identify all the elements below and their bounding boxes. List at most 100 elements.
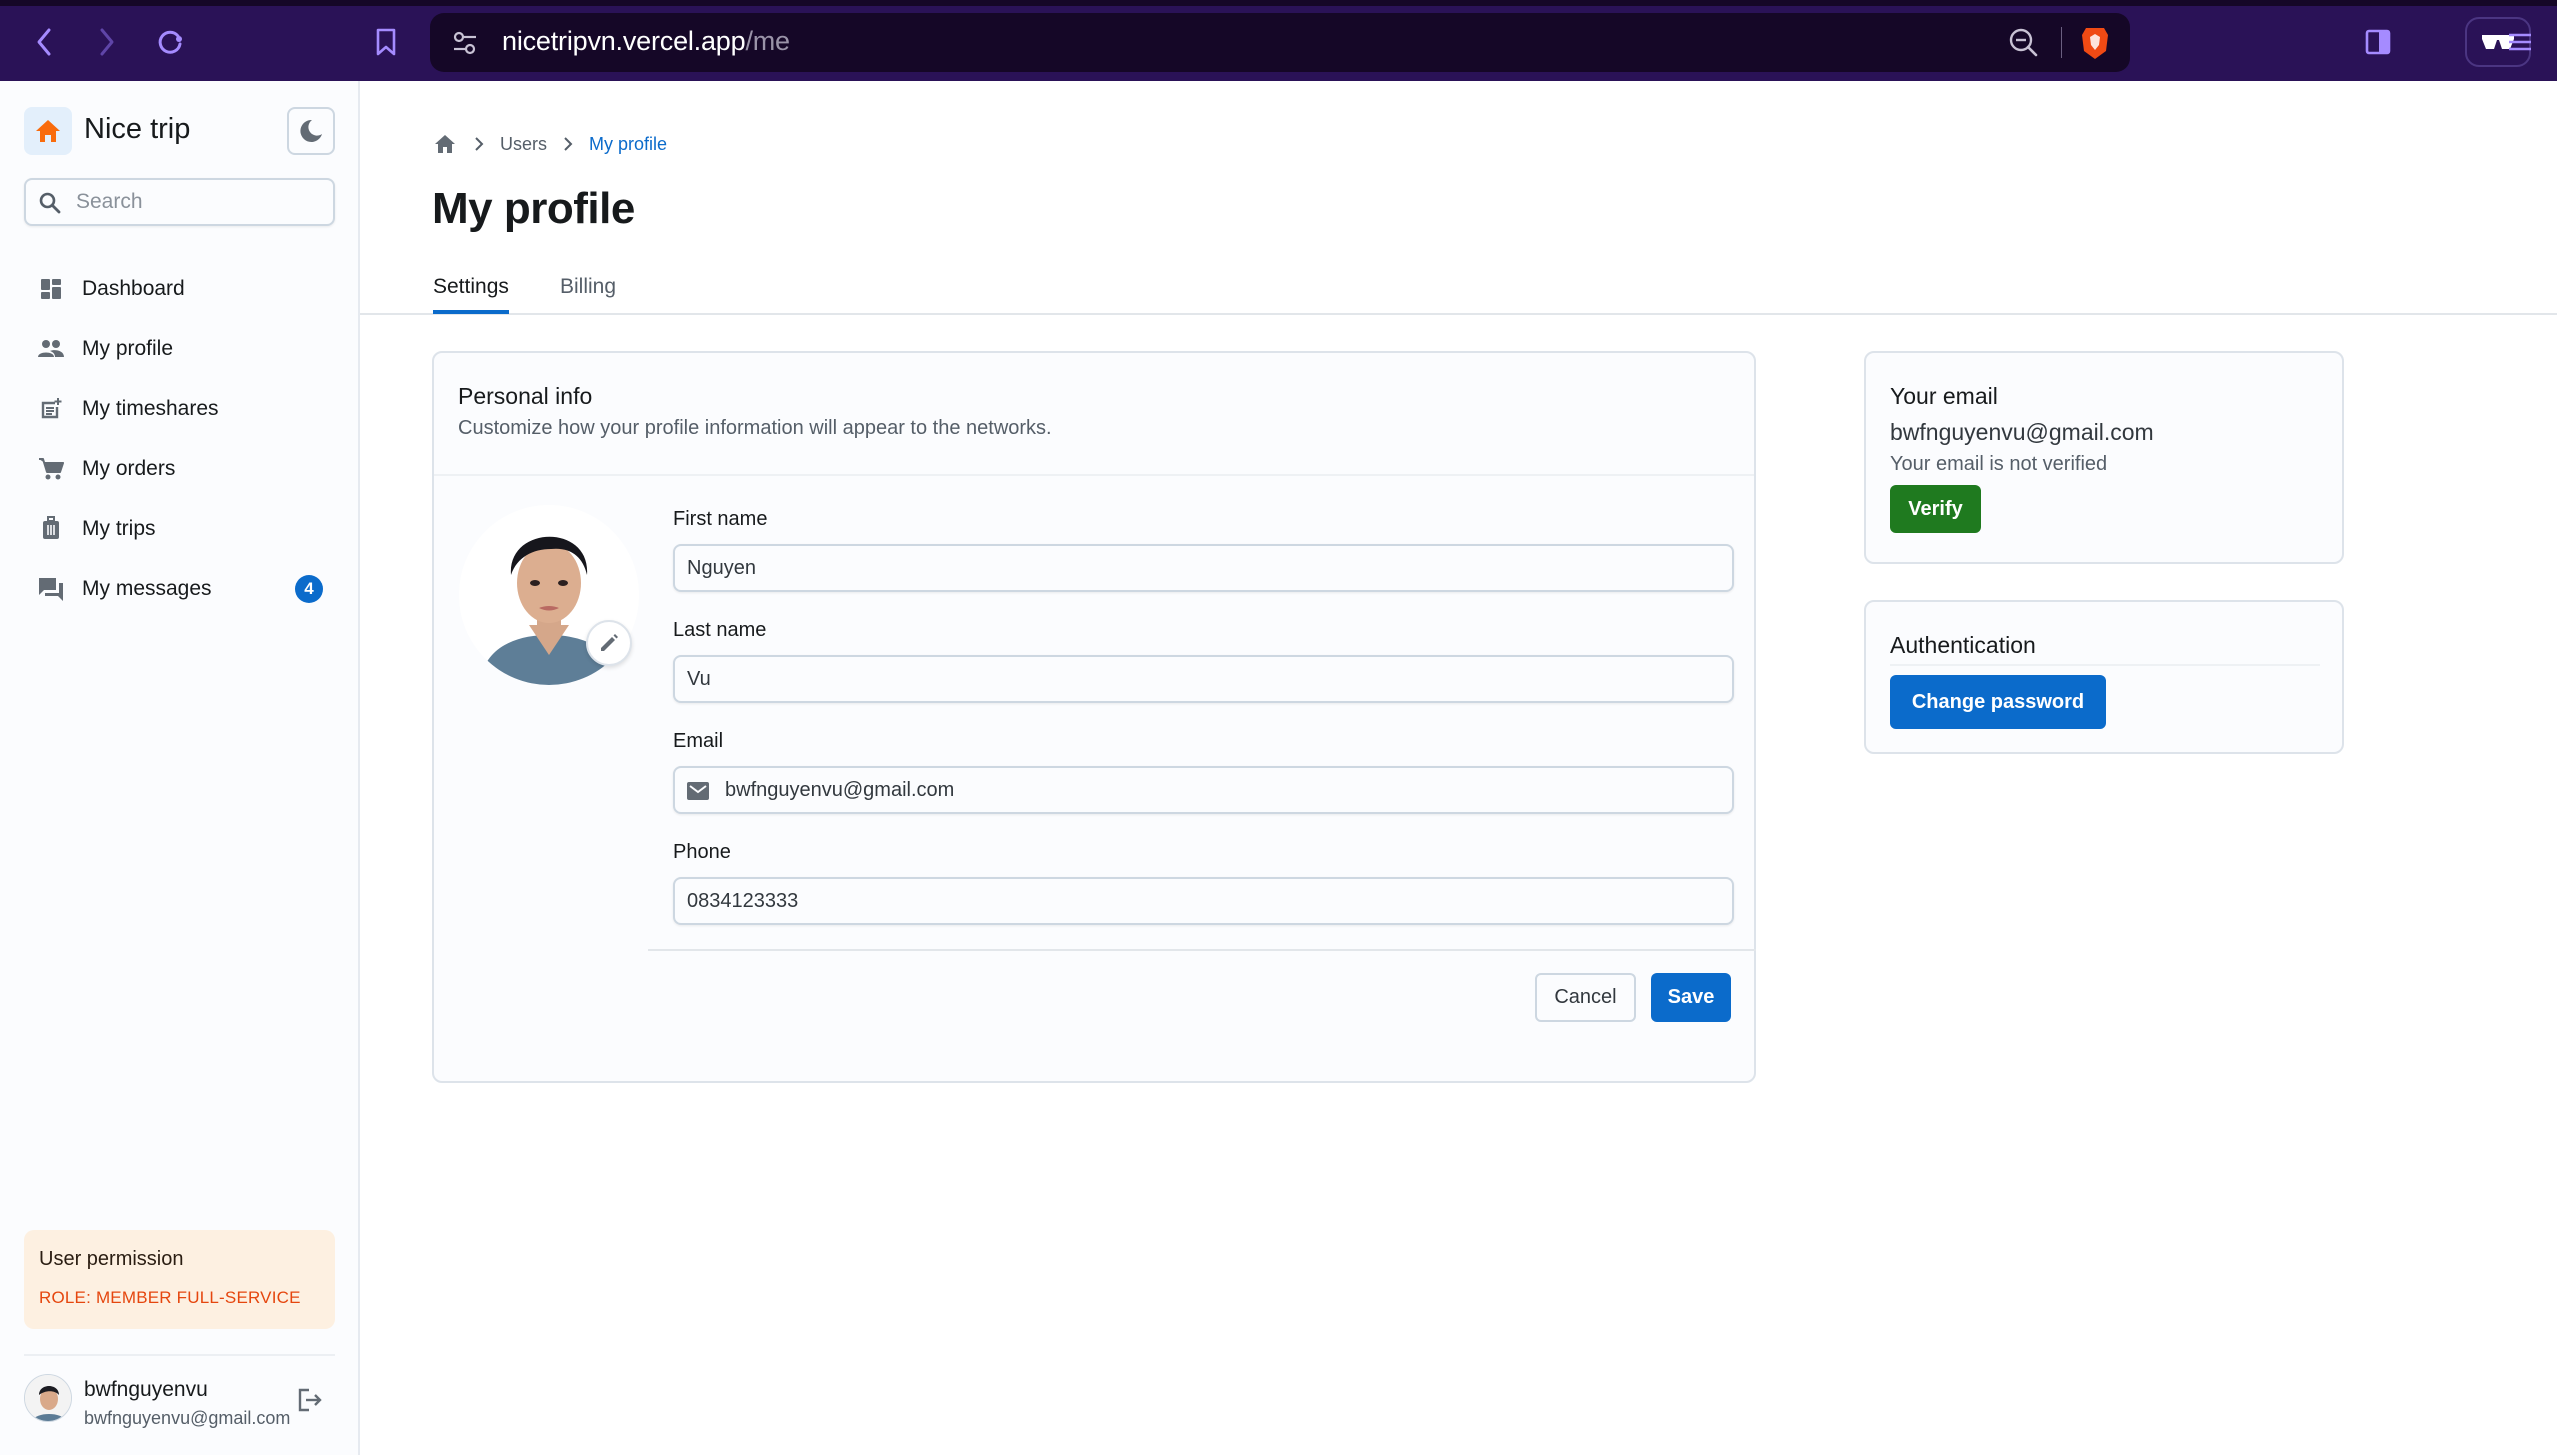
phone-input-wrapper[interactable] (673, 877, 1734, 925)
bookmark-icon (376, 28, 396, 56)
reload-icon (158, 30, 182, 54)
phone-input[interactable] (687, 887, 1687, 915)
search-input[interactable] (76, 187, 326, 217)
zoom-out-icon[interactable] (2008, 27, 2040, 59)
authentication-card: Authentication Change password (1864, 600, 2344, 754)
permission-role: ROLE: MEMBER FULL-SERVICE (39, 1288, 301, 1307)
first-name-label: First name (673, 508, 768, 530)
moon-icon (300, 119, 322, 142)
reload-button[interactable] (150, 22, 190, 62)
edit-avatar-button[interactable] (586, 620, 632, 666)
home-icon (36, 120, 60, 142)
sidebar-item-my-trips[interactable]: My trips (24, 499, 335, 559)
url-text[interactable]: nicetripvn.vercel.app/me (502, 26, 790, 57)
last-name-input-wrapper[interactable] (673, 655, 1734, 703)
email-input[interactable] (725, 776, 1725, 804)
sidebar-item-label: My profile (82, 337, 174, 360)
home-icon (435, 135, 455, 153)
authentication-divider (1890, 664, 2320, 666)
post-add-icon (34, 392, 68, 426)
breadcrumb-current[interactable]: My profile (589, 134, 667, 155)
dashboard-icon (34, 272, 68, 306)
forum-icon (34, 572, 68, 606)
logout-icon (298, 1388, 322, 1412)
bookmark-button[interactable] (366, 22, 406, 62)
last-name-field: Last name (673, 619, 1734, 703)
first-name-field: First name (673, 508, 1734, 592)
cancel-button[interactable]: Cancel (1535, 973, 1636, 1022)
menu-icon (2509, 33, 2531, 51)
sidebar-item-dashboard[interactable]: Dashboard (24, 259, 335, 319)
sidebar-item-my-orders[interactable]: My orders (24, 439, 335, 499)
logout-button[interactable] (293, 1383, 327, 1417)
email-label: Email (673, 730, 724, 752)
card-header: Personal info Customize how your profile… (434, 353, 1754, 476)
authentication-title: Authentication (1890, 632, 2036, 658)
sidebar-divider (24, 1354, 335, 1356)
personal-info-subtitle: Customize how your profile information w… (458, 417, 1052, 439)
phone-label: Phone (673, 841, 731, 863)
brave-shield-icon[interactable] (2080, 25, 2110, 61)
first-name-input[interactable] (687, 554, 1687, 582)
user-avatar[interactable] (24, 1374, 72, 1422)
cart-icon (34, 452, 68, 486)
back-button[interactable] (24, 22, 64, 62)
user-permission-card: User permission ROLE: MEMBER FULL-SERVIC… (24, 1230, 335, 1329)
tab-settings[interactable]: Settings (433, 275, 509, 314)
sidebar-panel-button[interactable] (2358, 22, 2398, 62)
last-name-label: Last name (673, 619, 767, 641)
page-title: My profile (432, 184, 635, 233)
mail-icon (687, 782, 709, 800)
sidebar-item-label: My trips (82, 517, 156, 540)
your-email-title: Your email (1890, 383, 1998, 409)
email-input-wrapper[interactable] (673, 766, 1734, 814)
sidebar-panel-icon (2365, 29, 2391, 55)
user-name: bwfnguyenvu (84, 1378, 208, 1401)
search-field[interactable] (24, 178, 335, 226)
browser-menu-button[interactable] (2500, 22, 2540, 62)
luggage-icon (34, 512, 68, 546)
email-address: bwfnguyenvu@gmail.com (1890, 419, 2154, 445)
theme-toggle-button[interactable] (287, 107, 335, 155)
forward-icon (100, 28, 114, 56)
personal-info-title: Personal info (458, 383, 593, 409)
tab-billing[interactable]: Billing (560, 275, 616, 313)
forward-button[interactable] (87, 22, 127, 62)
sidebar-item-label: My messages (82, 577, 212, 600)
chevron-right-icon (466, 137, 492, 151)
email-verification-status: Your email is not verified (1890, 453, 2108, 475)
sidebar-item-my-messages[interactable]: My messages 4 (24, 559, 335, 619)
brand-logo[interactable] (24, 107, 72, 155)
first-name-input-wrapper[interactable] (673, 544, 1734, 592)
brand-name: Nice trip (84, 113, 191, 145)
breadcrumb: Users My profile (432, 130, 667, 158)
permission-title: User permission (39, 1248, 184, 1270)
your-email-card: Your email bwfnguyenvu@gmail.com Your em… (1864, 351, 2344, 564)
save-button[interactable]: Save (1651, 973, 1731, 1022)
chevron-right-icon (555, 137, 581, 151)
pencil-icon (601, 634, 618, 651)
sidebar-item-my-timeshares[interactable]: My timeshares (24, 379, 335, 439)
site-settings-icon[interactable] (450, 28, 480, 58)
actions-divider (648, 949, 1756, 951)
last-name-input[interactable] (687, 665, 1687, 693)
browser-tab-strip (0, 0, 2557, 6)
email-field: Email (673, 730, 1734, 814)
url-path: /me (745, 26, 790, 56)
phone-field: Phone (673, 841, 1734, 925)
verify-button[interactable]: Verify (1890, 485, 1981, 533)
breadcrumb-users[interactable]: Users (500, 134, 547, 155)
change-password-button[interactable]: Change password (1890, 675, 2106, 729)
people-icon (34, 332, 68, 366)
sidebar-item-label: My timeshares (82, 397, 219, 420)
address-bar[interactable]: nicetripvn.vercel.app/me (430, 13, 2130, 72)
search-icon (39, 192, 61, 214)
tab-list: Settings Billing (360, 270, 2557, 315)
sidebar: Nice trip Dashboard My profile My timesh… (0, 81, 360, 1455)
sidebar-item-my-profile[interactable]: My profile (24, 319, 335, 379)
browser-toolbar: nicetripvn.vercel.app/me (0, 0, 2557, 81)
sidebar-item-label: My orders (82, 457, 176, 480)
address-bar-divider (2061, 27, 2062, 58)
breadcrumb-home[interactable] (432, 131, 458, 157)
sidebar-nav: Dashboard My profile My timeshares My or… (24, 259, 335, 619)
